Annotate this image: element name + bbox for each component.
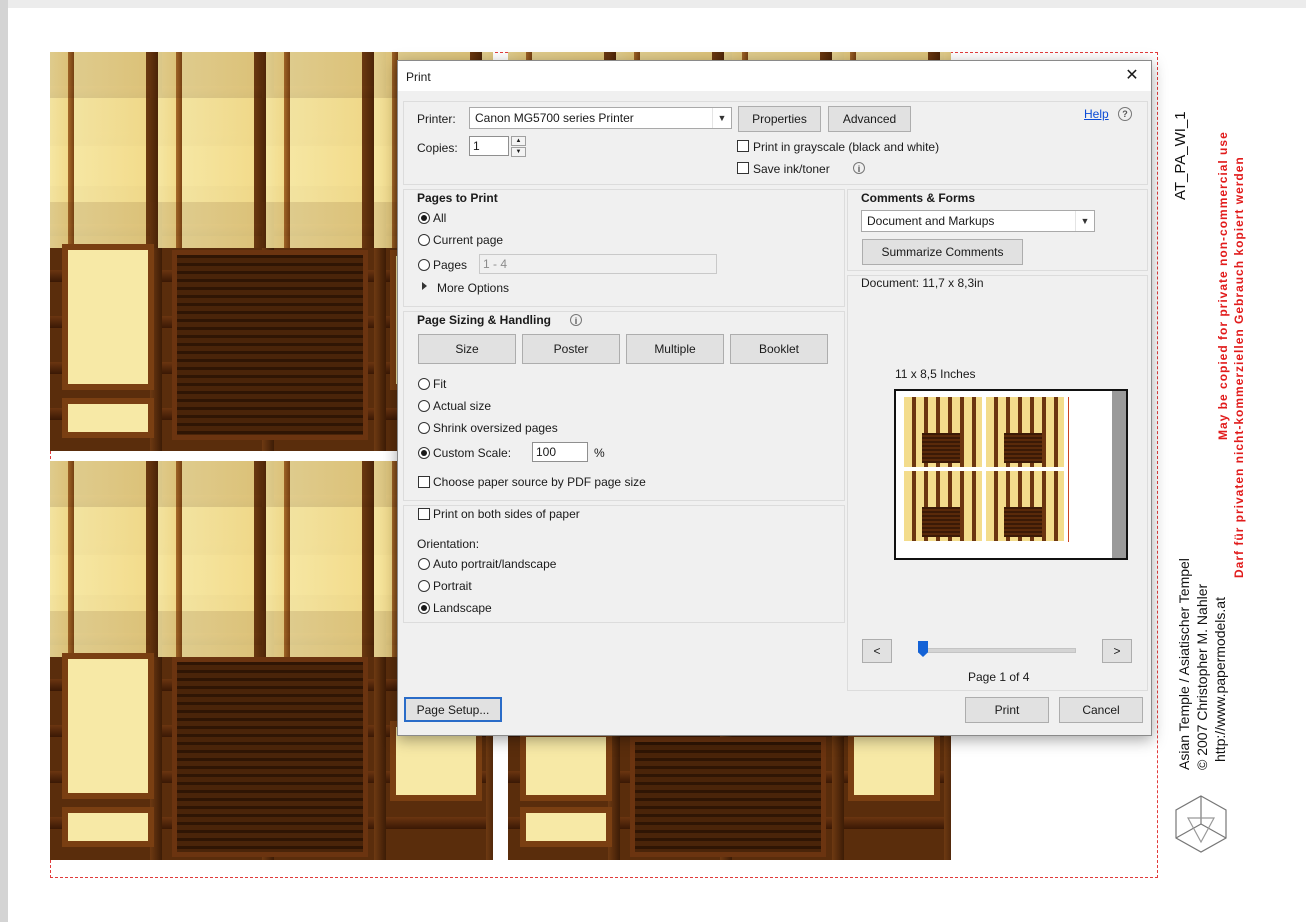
close-icon[interactable]: ✕ [1121, 65, 1143, 87]
copies-input[interactable]: 1 [469, 136, 509, 156]
credit-line-1: Asian Temple / Asiatischer Tempel [1176, 558, 1192, 770]
paper-size-label: 11 x 8,5 Inches [895, 367, 976, 381]
page-sizing-info-icon[interactable]: i [570, 314, 582, 326]
more-options-toggle[interactable]: More Options [437, 281, 509, 295]
radio-fit-label: Fit [433, 377, 447, 391]
document-size-label: Document: 11,7 x 8,3in [861, 276, 984, 290]
print-button[interactable]: Print [965, 697, 1049, 723]
notice-german: Darf für privaten nicht-kommerziellen Ge… [1232, 156, 1246, 578]
printer-select[interactable]: Canon MG5700 series Printer ▼ [469, 107, 732, 129]
pages-range-input[interactable]: 1 - 4 [479, 254, 717, 274]
preview-margin-strip [1068, 397, 1109, 542]
radio-custom-scale-label: Custom Scale: [433, 446, 512, 460]
chevron-down-icon: ▼ [1075, 211, 1094, 231]
notice-english: May be copied for private non-commercial… [1216, 131, 1230, 440]
advanced-button[interactable]: Advanced [828, 106, 911, 132]
expand-triangle-icon[interactable] [422, 282, 427, 290]
page-indicator: Page 1 of 4 [968, 670, 1030, 684]
summarize-comments-button[interactable]: Summarize Comments [862, 239, 1023, 265]
papermodels-logo-icon [1166, 790, 1236, 860]
radio-landscape-label: Landscape [433, 601, 492, 615]
dialog-title: Print [406, 70, 431, 84]
radio-fit[interactable] [418, 378, 430, 390]
radio-current-page[interactable] [418, 234, 430, 246]
cancel-button[interactable]: Cancel [1059, 697, 1143, 723]
page-setup-button[interactable]: Page Setup... [404, 697, 502, 722]
orientation-heading: Orientation: [417, 537, 480, 551]
dialog-titlebar: Print ✕ [398, 61, 1151, 91]
chevron-down-icon: ▼ [712, 108, 731, 128]
credit-line-2: © 2007 Christopher M. Nahler [1194, 583, 1210, 770]
print-dialog: Print ✕ Printer: Canon MG5700 series Pri… [397, 60, 1152, 736]
page-left-edge [0, 0, 8, 922]
both-sides-label: Print on both sides of paper [433, 507, 580, 521]
percent-label: % [594, 446, 605, 460]
save-ink-label: Save ink/toner [753, 162, 830, 176]
tab-poster[interactable]: Poster [522, 334, 620, 364]
tab-multiple[interactable]: Multiple [626, 334, 724, 364]
tab-booklet[interactable]: Booklet [730, 334, 828, 364]
comments-forms-select[interactable]: Document and Markups ▼ [861, 210, 1095, 232]
radio-actual-size-label: Actual size [433, 399, 492, 413]
tab-size[interactable]: Size [418, 334, 516, 364]
radio-pages[interactable] [418, 259, 430, 271]
custom-scale-input[interactable]: 100 [532, 442, 588, 462]
preview-page [904, 397, 1066, 542]
radio-pages-label: Pages [433, 258, 468, 272]
radio-auto-orientation-label: Auto portrait/landscape [433, 557, 557, 571]
properties-button[interactable]: Properties [738, 106, 821, 132]
copies-label: Copies: [417, 141, 458, 155]
copies-up-icon[interactable]: ▲ [511, 136, 526, 146]
radio-shrink-label: Shrink oversized pages [433, 421, 558, 435]
page-slider-track[interactable] [918, 648, 1076, 653]
radio-portrait[interactable] [418, 580, 430, 592]
radio-all-label: All [433, 211, 447, 225]
printer-select-value: Canon MG5700 series Printer [475, 111, 634, 125]
both-sides-checkbox[interactable] [418, 508, 430, 520]
save-ink-info-icon[interactable]: i [853, 162, 865, 174]
copies-down-icon[interactable]: ▼ [511, 147, 526, 157]
save-ink-checkbox[interactable] [737, 162, 749, 174]
radio-custom-scale[interactable] [418, 447, 430, 459]
radio-all[interactable] [418, 212, 430, 224]
preview-offpage-area [1112, 391, 1126, 558]
radio-auto-orientation[interactable] [418, 558, 430, 570]
printer-label: Printer: [417, 112, 456, 126]
credit-line-3: http://www.papermodels.at [1212, 597, 1228, 762]
grayscale-checkbox[interactable] [737, 140, 749, 152]
page-top-edge [0, 0, 1306, 8]
radio-current-page-label: Current page [433, 233, 504, 247]
help-link[interactable]: Help [1084, 107, 1109, 121]
page-sizing-heading: Page Sizing & Handling [417, 313, 552, 327]
radio-portrait-label: Portrait [433, 579, 472, 593]
grayscale-label: Print in grayscale (black and white) [753, 140, 940, 154]
doc-code-label: AT_PA_WI_1 [1172, 111, 1189, 200]
radio-landscape[interactable] [418, 602, 430, 614]
paper-source-label: Choose paper source by PDF page size [433, 475, 646, 489]
next-page-button[interactable]: > [1102, 639, 1132, 663]
print-preview [894, 389, 1128, 560]
paper-source-checkbox[interactable] [418, 476, 430, 488]
prev-page-button[interactable]: < [862, 639, 892, 663]
radio-actual-size[interactable] [418, 400, 430, 412]
help-question-icon[interactable]: ? [1118, 107, 1132, 121]
radio-shrink[interactable] [418, 422, 430, 434]
comments-forms-heading: Comments & Forms [861, 191, 976, 205]
comments-forms-value: Document and Markups [867, 214, 995, 228]
pages-to-print-heading: Pages to Print [417, 191, 498, 205]
